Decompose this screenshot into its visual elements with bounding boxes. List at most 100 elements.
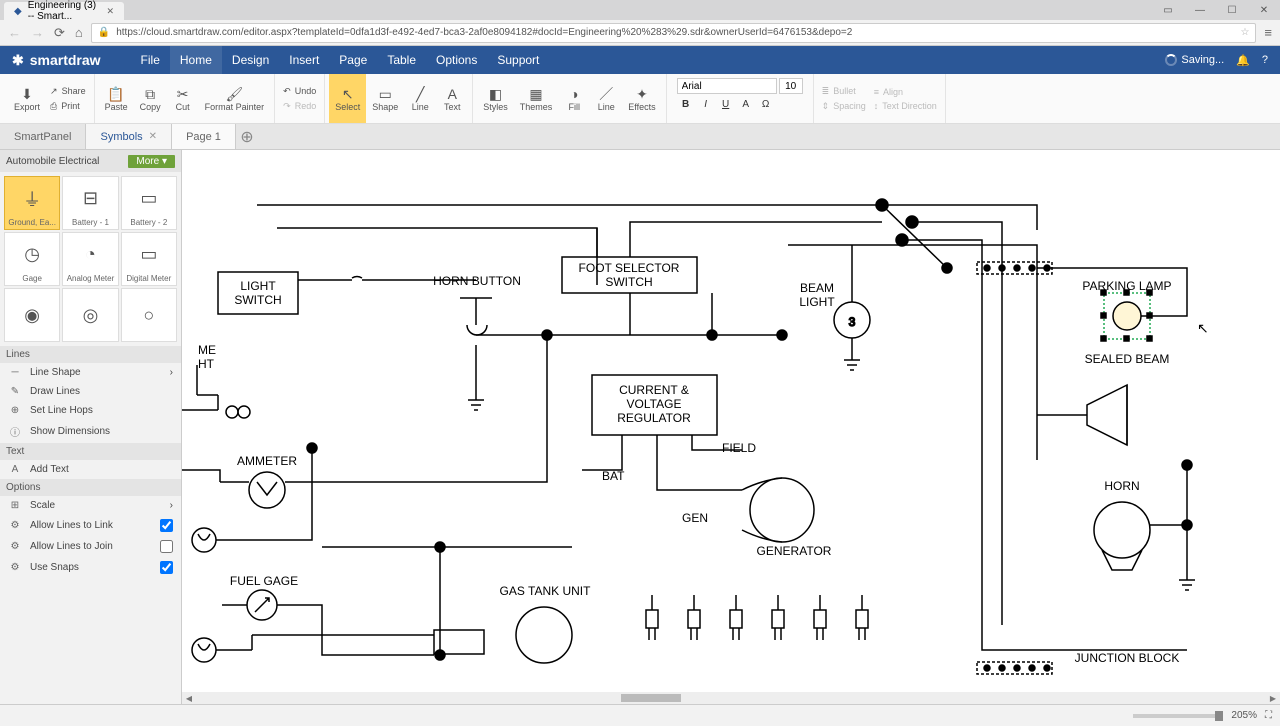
symbol-digital[interactable]: ▭Digital Meter <box>121 232 177 286</box>
export-icon: ⬇ <box>21 86 33 102</box>
url-field[interactable]: 🔒 https://cloud.smartdraw.com/editor.asp… <box>91 23 1257 43</box>
hop-icon: ⊕ <box>8 405 22 416</box>
scroll-thumb[interactable] <box>621 694 681 702</box>
effects-button[interactable]: ✦Effects <box>622 74 661 123</box>
add-page-button[interactable]: ⊕ <box>236 124 258 149</box>
symbol-8[interactable]: ◎ <box>62 288 118 342</box>
tab-page1[interactable]: Page 1 <box>172 124 236 149</box>
symbol-ground[interactable]: ⏚Ground, Ea... <box>4 176 60 230</box>
use-snaps-row[interactable]: ⚙Use Snaps <box>0 557 181 578</box>
forward-icon[interactable]: → <box>29 25 46 40</box>
tab-symbols[interactable]: Symbols✕ <box>86 124 172 149</box>
share-button[interactable]: ↗Share <box>46 85 90 98</box>
menu-table[interactable]: Table <box>377 46 426 74</box>
special-char-button[interactable]: Ω <box>757 96 775 112</box>
shape-tool[interactable]: ▭Shape <box>366 74 404 123</box>
zoom-thumb[interactable] <box>1215 711 1223 721</box>
allow-link-row[interactable]: ⚙Allow Lines to Link <box>0 515 181 536</box>
underline-button[interactable]: U <box>717 96 735 112</box>
menu-file[interactable]: File <box>131 46 170 74</box>
styles-button[interactable]: ◧Styles <box>477 74 514 123</box>
symbol-battery1[interactable]: ⊟Battery - 1 <box>62 176 118 230</box>
format-painter-button[interactable]: 🖌Format Painter <box>199 74 271 123</box>
line-style-button[interactable]: ／Line <box>590 74 622 123</box>
canvas[interactable]: 3 <box>182 150 1280 704</box>
font-color-button[interactable]: A <box>737 96 755 112</box>
text-tool[interactable]: AText <box>436 74 468 123</box>
italic-button[interactable]: I <box>697 96 715 112</box>
allow-join-checkbox[interactable] <box>160 540 173 553</box>
horizontal-scrollbar[interactable]: ◀ ▶ <box>182 692 1280 704</box>
symbol-icon: ◎ <box>83 291 99 339</box>
menu-home[interactable]: Home <box>170 46 222 74</box>
export-button[interactable]: ⬇Export <box>8 74 46 123</box>
undo-button[interactable]: ↶Undo <box>279 85 320 98</box>
row-label: Add Text <box>30 464 69 475</box>
print-button[interactable]: ⎙Print <box>46 100 90 113</box>
symbol-label: Battery - 1 <box>72 218 109 227</box>
symbol-9[interactable]: ○ <box>121 288 177 342</box>
line-hops-row[interactable]: ⊕Set Line Hops <box>0 401 181 420</box>
symbol-label: Battery - 2 <box>130 218 167 227</box>
menu-icon[interactable]: ≡ <box>1262 25 1274 40</box>
help-icon[interactable]: ? <box>1262 54 1268 66</box>
redo-button[interactable]: ↷Redo <box>279 100 320 113</box>
line-tool[interactable]: ╱Line <box>404 74 436 123</box>
add-text-row[interactable]: AAdd Text <box>0 460 181 479</box>
star-icon[interactable]: ☆ <box>1240 27 1249 38</box>
font-name-field[interactable] <box>677 78 777 94</box>
allow-link-checkbox[interactable] <box>160 519 173 532</box>
reload-icon[interactable]: ⟳ <box>52 25 67 41</box>
close-tab-icon[interactable]: ✕ <box>106 6 114 17</box>
home-icon[interactable]: ⌂ <box>73 25 85 40</box>
menu-page[interactable]: Page <box>329 46 377 74</box>
maximize-icon[interactable]: ☐ <box>1216 0 1248 20</box>
svg-text:JUNCTION BLOCK: JUNCTION BLOCK <box>1075 651 1180 665</box>
close-window-icon[interactable]: ✕ <box>1248 0 1280 20</box>
align-button[interactable]: ≡Align <box>870 86 941 98</box>
bold-button[interactable]: B <box>677 96 695 112</box>
cut-button[interactable]: ✂Cut <box>167 74 199 123</box>
zoom-slider[interactable] <box>1133 714 1223 718</box>
tab-page1-label: Page 1 <box>186 131 221 143</box>
symbol-7[interactable]: ◉ <box>4 288 60 342</box>
menu-insert[interactable]: Insert <box>279 46 329 74</box>
themes-button[interactable]: ▦Themes <box>514 74 559 123</box>
symbol-gage[interactable]: ◷Gage <box>4 232 60 286</box>
text-direction-button[interactable]: ↕Text Direction <box>870 100 941 112</box>
svg-text:AMMETER: AMMETER <box>237 454 297 468</box>
line-shape-row[interactable]: ─Line Shape› <box>0 363 181 382</box>
scroll-right-icon[interactable]: ▶ <box>1266 694 1280 703</box>
fill-button[interactable]: ◑Fill <box>558 74 590 123</box>
symbol-analog[interactable]: ◔Analog Meter <box>62 232 118 286</box>
paste-button[interactable]: 📋Paste <box>99 74 134 123</box>
scale-row[interactable]: ⊞Scale› <box>0 496 181 515</box>
minimize-icon[interactable]: — <box>1184 0 1216 20</box>
spacing-button[interactable]: ⇕Spacing <box>818 100 870 113</box>
row-label: Draw Lines <box>30 386 80 397</box>
bullet-button[interactable]: ≣Bullet <box>818 85 870 98</box>
font-size-field[interactable] <box>779 78 803 94</box>
menu-support[interactable]: Support <box>487 46 549 74</box>
menu-design[interactable]: Design <box>222 46 279 74</box>
close-tab-icon[interactable]: ✕ <box>149 131 157 142</box>
draw-lines-row[interactable]: ✎Draw Lines <box>0 382 181 401</box>
back-icon[interactable]: ← <box>6 25 23 40</box>
more-libraries-button[interactable]: More ▾ <box>128 155 175 168</box>
symbol-battery2[interactable]: ▭Battery - 2 <box>121 176 177 230</box>
themes-icon: ▦ <box>529 86 542 102</box>
browser-tab[interactable]: ◆ Engineering (3) -- Smart... ✕ <box>4 2 124 20</box>
use-snaps-checkbox[interactable] <box>160 561 173 574</box>
copy-button[interactable]: ⧉Copy <box>134 74 167 123</box>
account-icon[interactable]: ▭ <box>1152 0 1184 20</box>
select-tool[interactable]: ↖Select <box>329 74 366 123</box>
favicon: ◆ <box>14 6 22 17</box>
menu-options[interactable]: Options <box>426 46 487 74</box>
scroll-left-icon[interactable]: ◀ <box>182 694 196 703</box>
tab-smartpanel[interactable]: SmartPanel <box>0 124 86 149</box>
fullscreen-icon[interactable]: ⛶ <box>1265 710 1272 721</box>
app-logo[interactable]: ✱ smartdraw <box>12 52 101 69</box>
allow-join-row[interactable]: ⚙Allow Lines to Join <box>0 536 181 557</box>
show-dimensions-row[interactable]: ⓘShow Dimensions <box>0 420 181 443</box>
notification-icon[interactable]: 🔔 <box>1236 54 1250 67</box>
